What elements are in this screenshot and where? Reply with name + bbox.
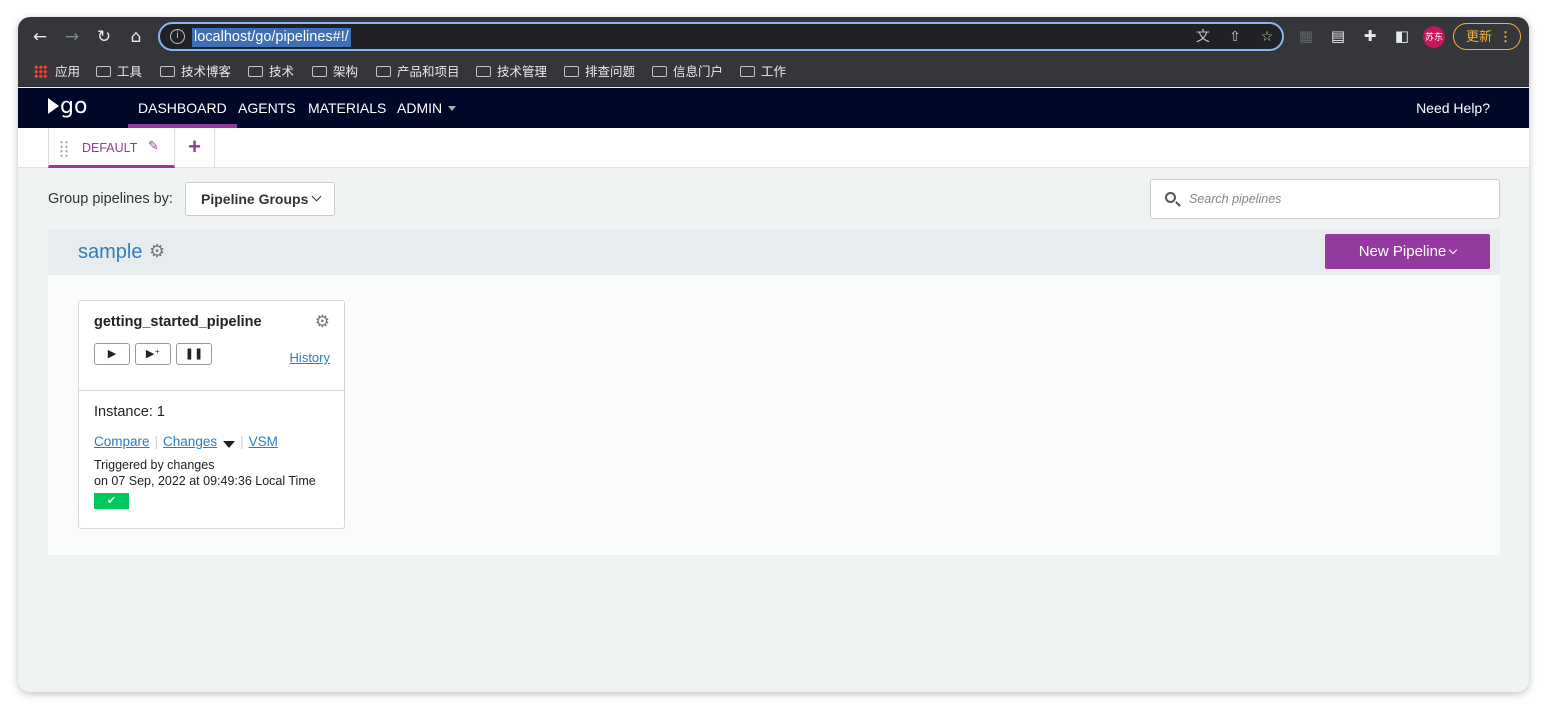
instance-links: Compare | Changes | VSM [94,433,278,451]
home-icon[interactable]: ⌂ [124,25,148,49]
triggered-info: Triggered by changes on 07 Sep, 2022 at … [94,457,316,489]
folder-icon [740,66,755,77]
new-pipeline-button[interactable]: New Pipeline [1325,234,1490,269]
browser-toolbar: ← → ↻ ⌂ i localhost/go/pipelines#!/ 文 ⇧ … [18,17,1529,57]
bookmark-folder[interactable]: 技术 [248,63,294,81]
pencil-edit-icon[interactable]: ✎ [148,139,159,154]
address-bar[interactable]: i localhost/go/pipelines#!/ 文 ⇧ ☆ [158,22,1284,51]
share-icon[interactable]: ⇧ [1226,28,1244,46]
triggered-time: on 07 Sep, 2022 at 09:49:36 Local Time [94,474,316,488]
checkmark-icon: ✔ [106,494,117,507]
pipeline-card: getting_started_pipeline ⚙ ▶ ▶⁺ ❚❚ Histo… [78,300,345,529]
group-by-value: Pipeline Groups [201,191,309,207]
search-icon [1165,192,1176,203]
caret-down-icon [448,106,457,111]
link-separator: | [240,434,244,449]
browser-window: ← → ↻ ⌂ i localhost/go/pipelines#!/ 文 ⇧ … [18,17,1529,692]
instance-label: Instance: 1 [94,404,165,420]
link-separator: | [154,434,159,449]
bookmark-star-icon[interactable]: ☆ [1258,28,1276,46]
need-help-link[interactable]: Need Help? [1416,88,1490,128]
folder-icon [564,66,579,77]
app-header: go DASHBOARD AGENTS MATERIALS ADMIN Need… [18,88,1529,128]
folder-icon [476,66,491,77]
changes-dropdown-icon[interactable] [223,441,236,448]
play-with-options-icon: ▶⁺ [145,347,161,360]
bookmark-folder[interactable]: 工具 [96,63,142,81]
puzzle-extensions-icon[interactable]: ✚ [1360,26,1380,46]
folder-icon [376,66,391,77]
folder-icon [160,66,175,77]
group-settings-gear-icon[interactable]: ⚙ [149,241,165,262]
tab-default[interactable]: DEFAULT ✎ [48,128,175,168]
bookmark-folder[interactable]: 产品和项目 [376,63,460,81]
update-label: 更新 [1466,29,1493,44]
kebab-menu-icon[interactable]: ⋮ [1499,24,1512,49]
trigger-with-options-button[interactable]: ▶⁺ [135,343,171,365]
group-by-select[interactable]: Pipeline Groups [185,182,335,216]
translate-icon[interactable]: 文 [1194,28,1212,46]
apps-grid-icon [34,65,47,78]
side-panel-icon[interactable]: ◧ [1392,26,1412,46]
extension-tile-icon[interactable]: ▦ [1296,26,1316,46]
reading-list-icon[interactable]: ▤ [1328,26,1348,46]
folder-icon [652,66,667,77]
bookmark-folder[interactable]: 工作 [740,63,786,81]
add-tab-button[interactable]: + [175,128,215,168]
tab-default-label: DEFAULT [82,141,138,155]
search-input[interactable] [1189,189,1489,209]
search-box[interactable] [1150,179,1500,219]
pipeline-card-header: getting_started_pipeline ⚙ ▶ ▶⁺ ❚❚ Histo… [79,301,344,391]
bookmarks-bar: 应用 工具 技术博客 技术 架构 产品和项目 技术管理 排查问题 信息门户 工作 [18,57,1529,87]
folder-icon [312,66,327,77]
folder-icon [96,66,111,77]
bookmark-folder[interactable]: 技术管理 [476,63,547,81]
stage-status-passed[interactable]: ✔ [94,493,129,509]
site-info-icon[interactable]: i [170,29,185,44]
chevron-down-icon [311,191,322,202]
back-arrow-icon[interactable]: ← [28,25,52,49]
nav-materials[interactable]: MATERIALS [298,88,396,128]
reload-icon[interactable]: ↻ [92,25,116,49]
vsm-link[interactable]: VSM [249,434,278,449]
changes-link[interactable]: Changes [163,434,217,449]
profile-avatar[interactable]: 苏东 [1423,26,1445,48]
gocd-logo-icon [48,98,59,114]
nav-dashboard[interactable]: DASHBOARD [128,88,237,128]
bookmark-folder[interactable]: 架构 [312,63,358,81]
chevron-down-icon [1449,245,1458,255]
bookmark-folder[interactable]: 信息门户 [652,63,723,81]
bookmark-apps[interactable]: 应用 [34,63,80,81]
folder-icon [248,66,263,77]
pipeline-name: getting_started_pipeline [94,314,262,330]
pause-button[interactable]: ❚❚ [176,343,212,365]
pipeline-group: sample ⚙ New Pipeline getting_started_pi… [48,229,1500,555]
group-by-label: Group pipelines by: [48,191,173,207]
dashboard-tabs: DEFAULT ✎ + [18,128,1529,168]
nav-agents[interactable]: AGENTS [228,88,306,128]
pause-icon: ❚❚ [184,347,204,360]
drag-handle-icon[interactable] [59,140,69,158]
forward-arrow-icon[interactable]: → [60,25,84,49]
pipeline-group-header: sample ⚙ New Pipeline [48,229,1500,275]
nav-admin[interactable]: ADMIN [387,88,466,128]
url-text[interactable]: localhost/go/pipelines#!/ [192,28,351,47]
compare-link[interactable]: Compare [94,434,150,449]
gocd-logo[interactable]: go [48,96,87,118]
history-link[interactable]: History [290,350,330,365]
pipeline-settings-gear-icon[interactable]: ⚙ [315,312,330,332]
bookmark-folder[interactable]: 排查问题 [564,63,635,81]
group-name-link[interactable]: sample [78,240,142,264]
play-icon: ▶ [107,347,117,360]
trigger-button[interactable]: ▶ [94,343,130,365]
update-button[interactable]: 更新 ⋮ [1453,23,1521,50]
triggered-by: Triggered by changes [94,458,215,472]
bookmark-folder[interactable]: 技术博客 [160,63,231,81]
